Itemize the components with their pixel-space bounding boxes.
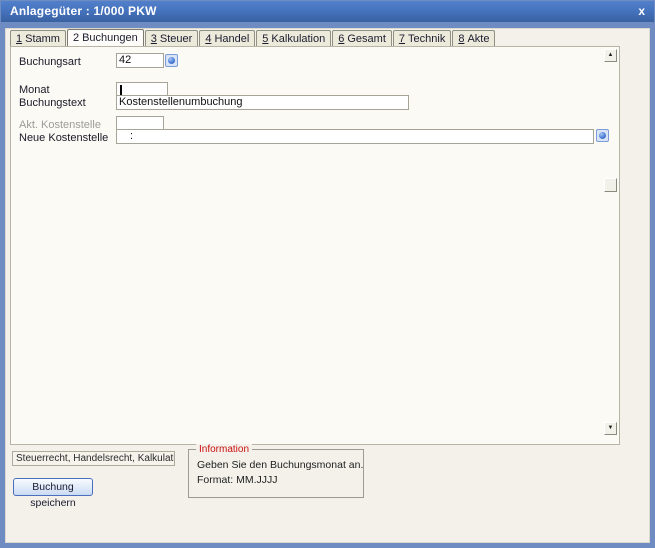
info-groupbox-title: Information bbox=[196, 444, 253, 455]
buchungsart-label: Buchungsart bbox=[19, 56, 81, 68]
info-line-1: Geben Sie den Buchungsmonat an. bbox=[197, 459, 364, 471]
tab-label: Akte bbox=[467, 33, 490, 45]
tab-label: Buchungen bbox=[82, 32, 138, 44]
buchungsart-picker-button[interactable] bbox=[165, 54, 178, 67]
akt-kostenstelle-label: Akt. Kostenstelle bbox=[19, 119, 101, 131]
combo-picker-icon bbox=[168, 57, 175, 64]
tab-technik[interactable]: 7 Technik bbox=[392, 30, 452, 46]
info-line-2: Format: MM.JJJJ bbox=[197, 474, 278, 486]
buchungstext-input[interactable]: Kostenstellenumbuchung bbox=[116, 95, 409, 110]
tab-kalkulation[interactable]: 5 Kalkulation bbox=[256, 30, 332, 46]
form-panel: Buchungsart 42 Monat Buchungstext Kosten… bbox=[10, 46, 620, 445]
buchung-speichern-button[interactable]: Buchung speichern bbox=[13, 478, 93, 509]
text-caret bbox=[120, 85, 122, 95]
rights-textbox: Steuerrecht, Handelsrecht, Kalkulation bbox=[12, 451, 175, 466]
info-groupbox: Information Geben Sie den Buchungsmonat … bbox=[188, 444, 364, 498]
tab-stamm[interactable]: 1 Stamm bbox=[10, 30, 66, 46]
anlagegueter-window: Anlagegüter : 1/000 PKW x 1 Stamm 2 Buchun… bbox=[0, 0, 655, 548]
tab-label: Handel bbox=[214, 33, 250, 45]
tab-label: Gesamt bbox=[347, 33, 386, 45]
arrow-up-icon: ▲ bbox=[607, 52, 614, 58]
arrow-down-icon: ▼ bbox=[607, 425, 614, 431]
buchungstext-label: Buchungstext bbox=[19, 97, 86, 109]
tab-handel[interactable]: 4 Handel bbox=[199, 30, 256, 46]
neue-kostenstelle-input[interactable]: : bbox=[116, 129, 594, 144]
tab-akte[interactable]: 8 Akte bbox=[452, 30, 496, 46]
neue-kostenstelle-picker-button[interactable] bbox=[596, 129, 609, 142]
window-title: Anlagegüter : 1/000 PKW bbox=[10, 4, 157, 18]
tab-label: Kalkulation bbox=[271, 33, 326, 45]
tab-label: Stamm bbox=[25, 33, 60, 45]
tab-buchungen[interactable]: 2 Buchungen bbox=[66, 29, 144, 47]
tab-steuer[interactable]: 3 Steuer bbox=[144, 30, 199, 46]
neue-kostenstelle-label: Neue Kostenstelle bbox=[19, 132, 109, 144]
title-bar[interactable]: Anlagegüter : 1/000 PKW x bbox=[1, 1, 654, 22]
tab-strip: 1 Stamm 2 Buchungen 3 Steuer 4 Handel 5 Kalku… bbox=[10, 29, 496, 47]
scroll-up-button[interactable]: ▲ bbox=[604, 49, 617, 62]
tab-gesamt[interactable]: 6 Gesamt bbox=[332, 30, 392, 46]
monat-label: Monat bbox=[19, 84, 50, 96]
scroll-thumb[interactable] bbox=[604, 178, 617, 192]
tab-label: Technik bbox=[408, 33, 446, 45]
buchungsart-input[interactable]: 42 bbox=[116, 53, 164, 68]
combo-picker-icon bbox=[599, 132, 606, 139]
scroll-down-button[interactable]: ▼ bbox=[604, 422, 617, 435]
tab-label: Steuer bbox=[159, 33, 193, 45]
close-icon[interactable]: x bbox=[638, 4, 645, 18]
